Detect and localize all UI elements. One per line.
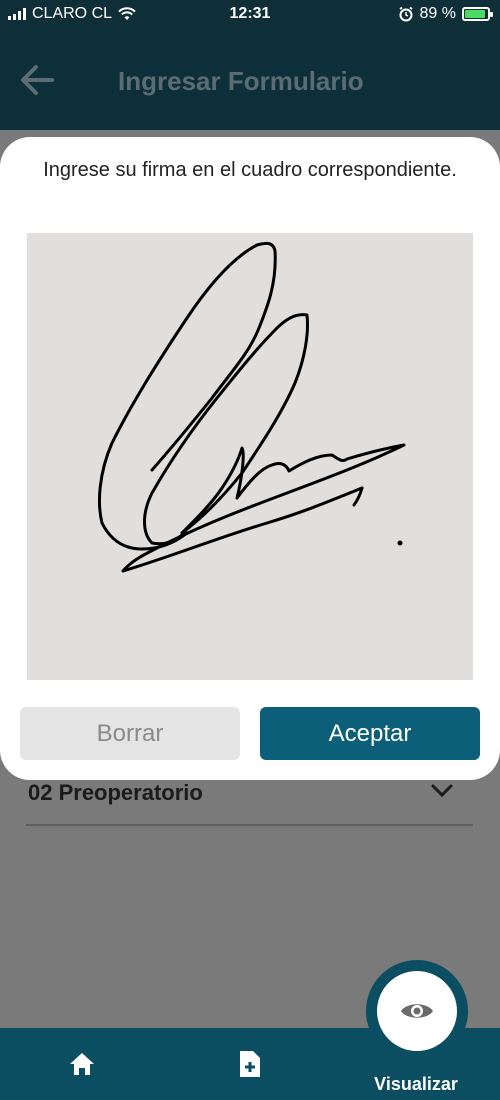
chevron-down-icon[interactable] bbox=[431, 784, 453, 798]
section-title: 02 Preoperatorio bbox=[28, 780, 203, 805]
arrow-left-icon[interactable] bbox=[18, 62, 58, 98]
clear-button[interactable]: Borrar bbox=[20, 707, 240, 760]
alarm-icon bbox=[398, 6, 413, 22]
signature-modal: Ingrese su firma en el cuadro correspond… bbox=[0, 137, 500, 780]
signature-pad[interactable] bbox=[27, 233, 473, 680]
nav-home[interactable] bbox=[52, 1028, 112, 1100]
app-header: Ingresar Formulario bbox=[0, 30, 500, 130]
eye-icon bbox=[401, 1004, 433, 1018]
accept-button[interactable]: Aceptar bbox=[260, 707, 480, 760]
battery-fill bbox=[465, 10, 485, 18]
status-bar: CLARO CL 12:31 89 % bbox=[0, 0, 500, 30]
add-document-icon bbox=[240, 1051, 260, 1077]
page-title: Ingresar Formulario bbox=[118, 66, 364, 96]
battery-percent: 89 % bbox=[419, 5, 456, 22]
status-right: 89 % bbox=[398, 5, 493, 23]
nav-new-document[interactable] bbox=[220, 1028, 280, 1100]
battery-charging-icon bbox=[462, 7, 493, 21]
signature-drawing bbox=[97, 241, 406, 573]
visualizar-button[interactable] bbox=[377, 971, 457, 1051]
visualizar-label: Visualizar bbox=[374, 1074, 458, 1094]
home-icon bbox=[70, 1053, 94, 1075]
signature-instruction: Ingrese su firma en el cuadro correspond… bbox=[43, 159, 457, 181]
